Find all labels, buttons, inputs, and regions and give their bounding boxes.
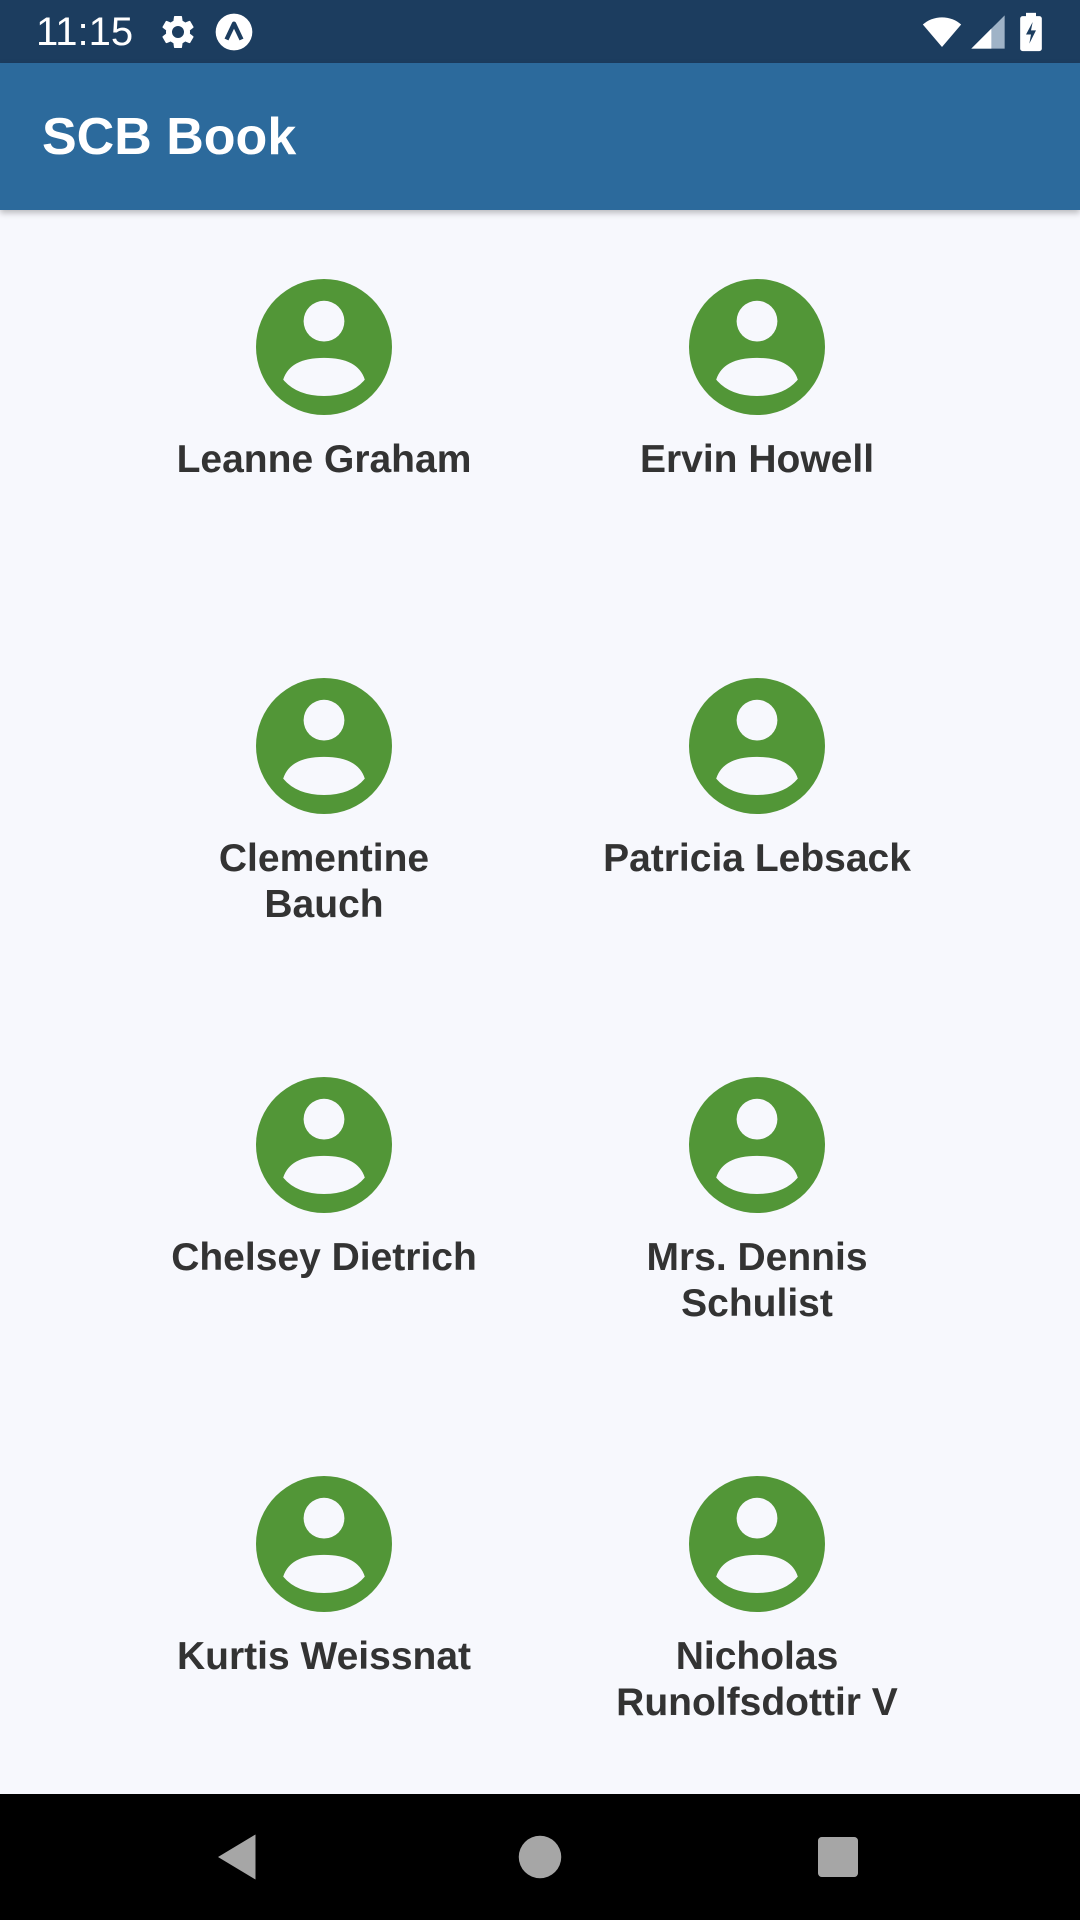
recents-icon[interactable] bbox=[808, 1827, 868, 1887]
contact-card[interactable]: Kurtis Weissnat bbox=[124, 1476, 524, 1680]
status-bar: 11:15 bbox=[0, 0, 1080, 63]
battery-charging-icon bbox=[1020, 12, 1042, 52]
person-avatar-icon bbox=[256, 279, 392, 415]
person-avatar-icon bbox=[256, 1476, 392, 1612]
status-time: 11:15 bbox=[36, 10, 134, 54]
app-title: SCB Book bbox=[42, 108, 297, 166]
wifi-icon bbox=[922, 17, 962, 47]
cell-signal-icon bbox=[971, 15, 1005, 49]
contact-name: Patricia Lebsack bbox=[603, 837, 911, 880]
settings-icon bbox=[162, 16, 194, 48]
contact-name: Mrs. Dennis Schulist bbox=[646, 1236, 868, 1325]
system-nav-bar bbox=[0, 1794, 1080, 1920]
app-notification-icon bbox=[215, 13, 253, 51]
contact-name: Leanne Graham bbox=[176, 438, 472, 481]
contact-name: Clementine Bauch bbox=[218, 837, 430, 926]
person-avatar-icon bbox=[689, 279, 825, 415]
contact-card[interactable]: Mrs. Dennis Schulist bbox=[557, 1077, 957, 1327]
app-bar: SCB Book bbox=[0, 63, 1080, 210]
person-avatar-icon bbox=[256, 1077, 392, 1213]
person-avatar-icon bbox=[689, 1476, 825, 1612]
contact-name: Nicholas Runolfsdottir V bbox=[616, 1635, 898, 1724]
contact-card[interactable]: Clementine Bauch bbox=[124, 678, 524, 928]
contact-card[interactable]: Patricia Lebsack bbox=[557, 678, 957, 882]
person-avatar-icon bbox=[256, 678, 392, 814]
contact-name: Chelsey Dietrich bbox=[171, 1236, 477, 1279]
contact-name: Ervin Howell bbox=[639, 438, 875, 481]
contact-card[interactable]: Ervin Howell bbox=[557, 279, 957, 483]
contact-card[interactable]: Leanne Graham bbox=[124, 279, 524, 483]
person-avatar-icon bbox=[689, 678, 825, 814]
back-icon[interactable] bbox=[208, 1827, 268, 1887]
person-avatar-icon bbox=[689, 1077, 825, 1213]
contact-card[interactable]: Chelsey Dietrich bbox=[124, 1077, 524, 1281]
contact-name: Kurtis Weissnat bbox=[176, 1635, 472, 1678]
home-icon[interactable] bbox=[510, 1827, 570, 1887]
contact-card[interactable]: Nicholas Runolfsdottir V bbox=[557, 1476, 957, 1726]
